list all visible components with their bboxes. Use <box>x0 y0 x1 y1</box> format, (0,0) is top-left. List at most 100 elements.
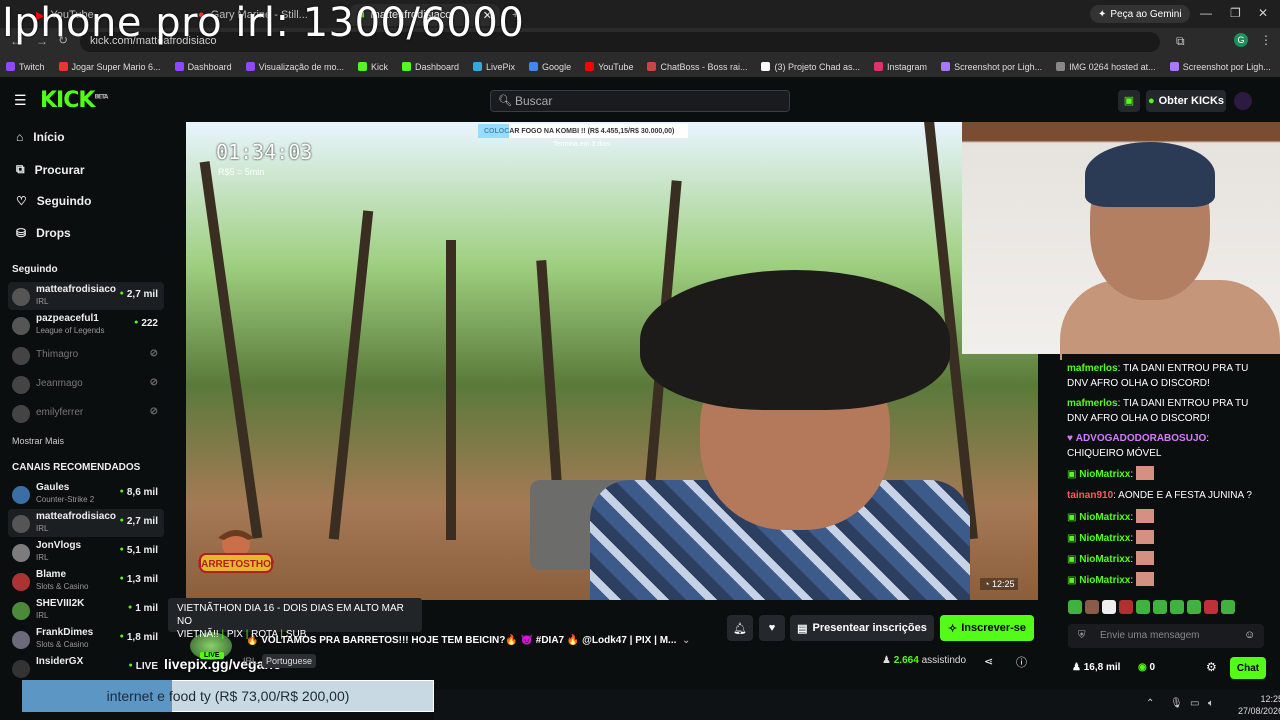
video-time-text: 12:25 <box>991 579 1015 589</box>
badge-icon: ▣ <box>1067 512 1080 523</box>
bookmark-item[interactable]: (3) Projeto Chad as... <box>761 62 860 72</box>
emote-button[interactable] <box>1085 600 1099 614</box>
emote-button[interactable] <box>1119 600 1133 614</box>
bookmark-item[interactable]: YouTube <box>585 62 633 72</box>
bookmark-item[interactable]: Instagram <box>874 62 927 72</box>
kicks-icon: ◉ <box>1138 662 1150 673</box>
bookmark-item[interactable]: LivePix <box>473 62 515 72</box>
avatar <box>12 544 30 562</box>
maximize-icon[interactable]: ❐ <box>1230 6 1241 20</box>
follow-heart-icon[interactable]: ♥ <box>759 615 785 641</box>
recommended-channel[interactable]: Gaules Counter-Strike 2 8,6 mil <box>8 480 164 508</box>
bookmark-label: IMG 0264 hosted at... <box>1069 61 1156 72</box>
bookmark-item[interactable]: Screenshot por Ligh... <box>941 62 1042 72</box>
obter-kicks-button[interactable]: ● Obter KICKs <box>1146 90 1226 112</box>
nav-inicio[interactable]: ⌂ Início <box>16 130 65 144</box>
badge-icon: ♥ <box>1067 433 1076 444</box>
viewer-count: 1 mil <box>128 603 158 614</box>
hamburger-icon[interactable]: ☰ <box>14 92 27 109</box>
chat-username[interactable]: NioMatrixx <box>1079 469 1130 480</box>
kick-logo[interactable]: KICKBETA <box>40 88 108 113</box>
stream-category[interactable]: IRL <box>243 656 257 666</box>
chat-username[interactable]: NioMatrixx <box>1079 575 1130 586</box>
info-icon[interactable]: ⓘ <box>1016 654 1027 670</box>
bookmark-item[interactable]: Kick <box>357 62 388 72</box>
timer-rate: R$5 = 5min <box>218 167 265 177</box>
subscribe-button[interactable]: ✧ Inscrever-se <box>940 615 1034 641</box>
emote-button[interactable] <box>1170 600 1184 614</box>
clock-time: 12:25 <box>1260 694 1280 704</box>
bookmark-item[interactable]: Twitch <box>6 62 45 72</box>
shield-icon[interactable]: ⛨ <box>1078 630 1086 641</box>
minimize-icon[interactable]: — <box>1200 6 1212 20</box>
bookmark-icon <box>761 62 771 71</box>
recommended-channel[interactable]: matteafrodisiaco IRL 2,7 mil <box>8 509 164 537</box>
emote-button[interactable] <box>1136 600 1150 614</box>
chat-settings-icon[interactable]: ⚙ <box>1206 660 1217 674</box>
chat-send-button[interactable]: Chat <box>1230 657 1266 679</box>
emote-button[interactable] <box>1102 600 1116 614</box>
bookmark-item[interactable]: Visualização de mo... <box>245 62 344 72</box>
taskbar-clock[interactable]: 12:25 27/08/2026 <box>1238 693 1280 717</box>
nav-seguindo[interactable]: ♡ Seguindo <box>16 194 91 208</box>
bookmark-item[interactable]: IMG 0264 hosted at... <box>1056 62 1156 72</box>
following-channel-offline[interactable]: Thimagro ⊘ <box>8 341 164 369</box>
kicks-coin-icon: ● <box>1147 95 1155 107</box>
recommended-channel[interactable]: FrankDimes Slots & Casino 1,8 mil <box>8 625 164 653</box>
bookmark-item[interactable]: Screenshot por Ligh... <box>1169 62 1271 72</box>
close-icon[interactable]: ✕ <box>1258 6 1268 20</box>
emote-button[interactable] <box>1187 600 1201 614</box>
bookmark-item[interactable]: Dashboard <box>402 62 459 72</box>
microphone-icon[interactable]: 🎙︎ <box>1170 698 1183 709</box>
show-more-link[interactable]: Mostrar Mais <box>12 436 64 446</box>
recommended-channel[interactable]: Blame Slots & Casino 1,3 mil <box>8 567 164 595</box>
nav-procurar[interactable]: ⧉ Procurar <box>16 162 85 177</box>
emoji-icon[interactable]: ☺ <box>1244 629 1255 641</box>
search-icon: 🔍︎ <box>498 95 512 107</box>
volume-icon[interactable]: 🔈︎ <box>1208 698 1214 709</box>
extensions-icon[interactable]: ⧉ <box>1176 34 1185 49</box>
emote-button[interactable] <box>1221 600 1235 614</box>
tray-chevron-icon[interactable]: ⌃ <box>1146 698 1154 709</box>
followers-count: ♟ 16,8 mil <box>1072 662 1120 673</box>
gift-subs-button[interactable]: ▤ Presentear inscrições <box>790 615 934 641</box>
store-icon[interactable]: ▣ <box>1118 90 1140 112</box>
emote-button[interactable] <box>1204 600 1218 614</box>
notification-bell-icon[interactable]: 🔔︎ <box>727 615 753 641</box>
chat-message-input[interactable]: Envie uma mensagem <box>1068 624 1264 648</box>
search-input[interactable]: Buscar <box>490 90 790 112</box>
bookmark-item[interactable]: ChatBoss - Boss rai... <box>647 62 747 72</box>
chat-username[interactable]: mafmerlos <box>1067 398 1118 409</box>
profile-avatar[interactable]: G <box>1234 33 1248 47</box>
bookmark-item[interactable]: Google <box>529 62 571 72</box>
gemini-button[interactable]: ✦ Peça ao Gemini <box>1090 5 1190 23</box>
share-icon[interactable]: ⋖ <box>984 655 993 668</box>
chat-username[interactable]: ADVOGADODORABOSUJO <box>1076 433 1207 444</box>
recommended-channel[interactable]: SHEVIII2K IRL 1 mil <box>8 596 164 624</box>
network-icon[interactable]: ▭ <box>1190 698 1199 709</box>
viewer-count: 222 <box>134 318 158 329</box>
chat-username[interactable]: mafmerlos <box>1067 363 1118 374</box>
emote-button[interactable] <box>1153 600 1167 614</box>
subscribe-label: Inscrever-se <box>961 622 1027 634</box>
following-channel[interactable]: pazpeaceful1 League of Legends 222 <box>8 311 164 339</box>
kicks-value: 0 <box>1149 662 1156 673</box>
language-tag[interactable]: Portuguese <box>262 654 317 668</box>
chat-username[interactable]: NioMatrixx <box>1079 512 1130 523</box>
emote-button[interactable] <box>1068 600 1082 614</box>
bookmark-item[interactable]: Jogar Super Mario 6... <box>58 62 161 72</box>
following-channel-offline[interactable]: Jeanmago ⊘ <box>8 370 164 398</box>
recommended-channel[interactable]: InsiderGX LIVE <box>8 654 164 682</box>
nav-drops[interactable]: ⛁ Drops <box>16 226 71 240</box>
menu-icon[interactable]: ⋮ <box>1260 33 1272 47</box>
channel-name: JonVlogs <box>36 540 82 551</box>
chat-username[interactable]: tainan910 <box>1067 490 1113 501</box>
following-channel[interactable]: matteafrodisiaco IRL 2,7 mil <box>8 282 164 310</box>
bookmark-item[interactable]: Dashboard <box>174 62 232 72</box>
recommended-channel[interactable]: JonVlogs IRL 5,1 mil <box>8 538 164 566</box>
chat-username[interactable]: NioMatrixx <box>1079 554 1130 565</box>
user-avatar[interactable] <box>1234 92 1252 110</box>
chevron-down-icon[interactable]: ⌄ <box>682 635 690 646</box>
following-channel-offline[interactable]: emilyferrer ⊘ <box>8 399 164 427</box>
chat-username[interactable]: NioMatrixx <box>1079 533 1130 544</box>
